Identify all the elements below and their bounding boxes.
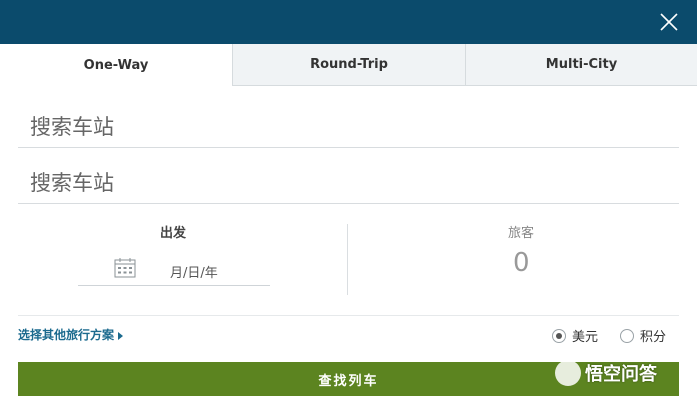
depart-label: 出发 [160, 226, 187, 241]
currency-points-radio[interactable]: 积分 [620, 326, 666, 345]
passenger-count[interactable]: 0 [513, 248, 530, 278]
trip-type-tabs: One-Way Round-Trip Multi-City [0, 44, 697, 86]
close-button[interactable] [659, 12, 679, 32]
top-bar [0, 0, 697, 44]
watermark-logo-icon [555, 360, 581, 386]
destination-station-field[interactable] [18, 158, 679, 204]
passengers-label: 旅客 [508, 226, 535, 241]
origin-station-input[interactable] [30, 115, 667, 139]
tab-round-trip[interactable]: Round-Trip [232, 44, 465, 86]
depart-date-field[interactable]: 月/日/年 [78, 253, 270, 286]
currency-points-label: 积分 [640, 330, 667, 345]
other-travel-options-label: 选择其他旅行方案 [18, 328, 115, 342]
watermark-text: 悟空问答 [585, 364, 657, 385]
destination-station-input[interactable] [30, 171, 667, 195]
tab-multi-city[interactable]: Multi-City [465, 44, 697, 86]
origin-station-field[interactable] [18, 102, 679, 148]
other-travel-options-link[interactable]: 选择其他旅行方案 [18, 326, 124, 343]
currency-usd-label: 美元 [572, 330, 599, 345]
currency-usd-radio[interactable]: 美元 [552, 326, 598, 345]
horizontal-divider [18, 315, 679, 316]
close-icon [660, 13, 678, 31]
watermark: 悟空问答 [555, 360, 657, 386]
radio-unselected-icon [620, 328, 634, 343]
caret-right-icon [118, 331, 124, 340]
calendar-icon [114, 257, 136, 283]
radio-selected-icon [552, 328, 566, 343]
vertical-divider [347, 224, 348, 295]
depart-date-placeholder: 月/日/年 [170, 266, 218, 281]
tab-one-way[interactable]: One-Way [0, 44, 232, 86]
